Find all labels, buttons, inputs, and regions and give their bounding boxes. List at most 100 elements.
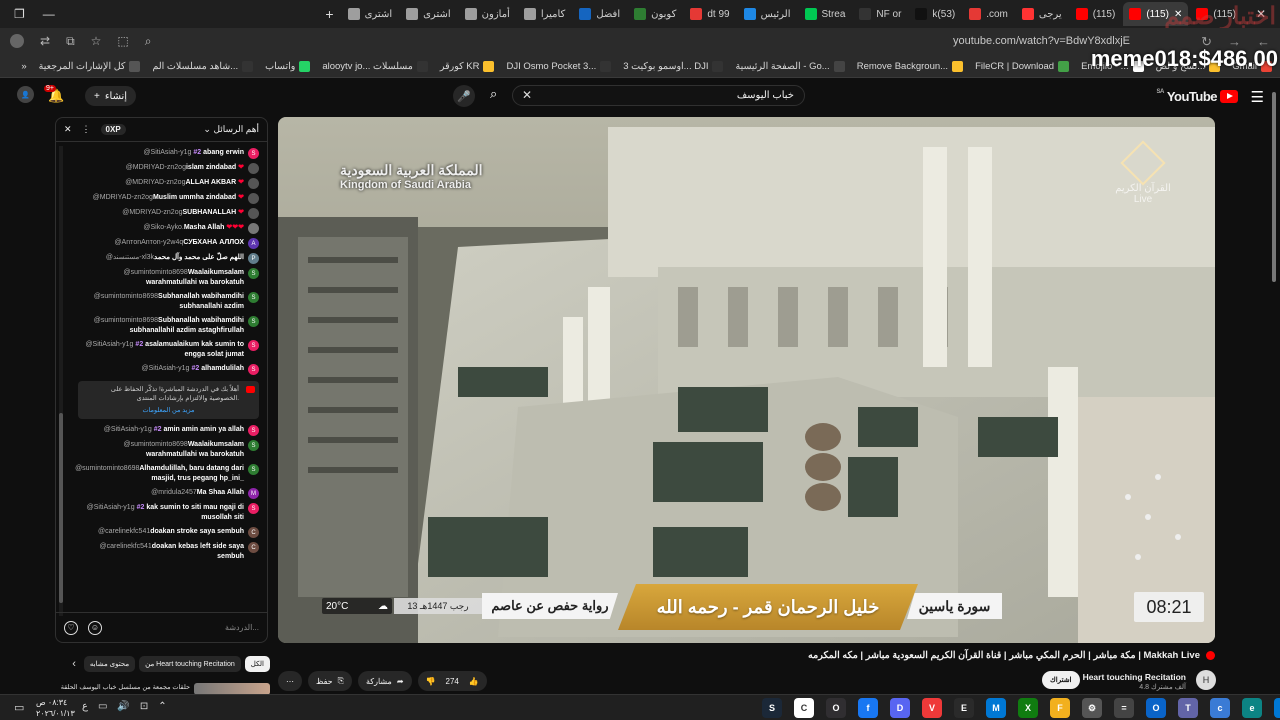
browser-tab[interactable]: كاميرا [518, 2, 571, 26]
copilot-icon[interactable]: c [1210, 698, 1230, 718]
battery-icon[interactable]: ▭ [98, 701, 107, 712]
chat-author-avatar[interactable] [248, 178, 259, 189]
emoji-icon[interactable]: ☺ [88, 620, 102, 635]
epic-icon[interactable]: E [954, 698, 974, 718]
new-tab-button[interactable]: + [317, 6, 341, 22]
edge-icon[interactable]: e [1242, 698, 1262, 718]
subscribe-button[interactable]: اشتراك [1042, 671, 1080, 689]
browser-tab[interactable]: اشترى [342, 2, 399, 26]
chat-message[interactable]: S @sumintominto8698Subhanallah wabihamdih… [56, 314, 267, 338]
browser-tab[interactable]: (115) [1070, 2, 1122, 26]
notification-center-icon[interactable]: ▭ [14, 701, 24, 714]
chat-author[interactable]: @carelinekfc541 [98, 528, 150, 535]
screenshot-icon[interactable]: ⬚ [117, 34, 128, 49]
browser-tab[interactable]: كوبون [628, 2, 682, 26]
chat-author-avatar[interactable]: P [248, 253, 259, 264]
chat-message[interactable]: C @carelinekfc541doakan stroke saya sembu… [56, 525, 267, 540]
settings-icon[interactable]: ⚙ [1082, 698, 1102, 718]
teams-icon[interactable]: T [1178, 698, 1198, 718]
chat-message[interactable]: S @sumintominto8698Alhamdulillah, baru da… [56, 462, 267, 486]
chat-message[interactable]: S @SitiAsiah-y1g #2 amin amin amin ya alla… [56, 423, 267, 438]
chat-author[interactable]: @sumintominto8698 [94, 317, 158, 324]
bookmark-item[interactable]: الصفحة الرئيسية - Go... [735, 61, 845, 72]
save-button[interactable]: حفظ ⎘ [308, 671, 352, 691]
app-blue-icon[interactable]: M [986, 698, 1006, 718]
discord-icon[interactable]: D [890, 698, 910, 718]
chat-author[interactable]: @carelinekfc541 [100, 543, 152, 550]
facebook-icon[interactable]: f [858, 698, 878, 718]
chat-author[interactable]: @AnтonAnтon-y2w4q [114, 239, 183, 246]
chat-author-avatar[interactable] [248, 223, 259, 234]
xp-badge[interactable]: 0XP [100, 124, 126, 135]
outlook-icon[interactable]: O [1146, 698, 1166, 718]
chat-author-avatar[interactable]: A [248, 238, 259, 249]
page-scrollbar-thumb[interactable] [1272, 92, 1276, 282]
chat-author[interactable]: @SitiAsiah-y1g [141, 365, 189, 372]
bookmark-item[interactable]: شاهد مسلسلات الم... [152, 61, 254, 72]
chip-from-channel[interactable]: من Heart touching Recitation [139, 656, 241, 672]
more-actions-button[interactable]: ⋯ [278, 671, 302, 691]
bookmark-item[interactable]: كورقر KR [440, 61, 495, 72]
obs-icon[interactable]: O [826, 698, 846, 718]
browser-tab[interactable]: .com [963, 2, 1014, 26]
chat-more-icon[interactable]: ⋮ [82, 124, 91, 135]
chat-author[interactable]: @SitiAsiah-y1g [104, 426, 152, 433]
youtube-logo[interactable]: SA YouTube [1156, 89, 1238, 104]
chat-author-avatar[interactable]: S [248, 464, 259, 475]
chat-author[interactable]: @MDRIYAD-zn2og [125, 179, 185, 186]
chat-author[interactable]: @SitiAsiah-y1g [85, 341, 133, 348]
browser-tab[interactable]: أمازون [459, 2, 516, 26]
bookmark-item[interactable]: DJI Osmo Pocket 3... [506, 61, 612, 72]
chip-all[interactable]: الكل [244, 656, 270, 672]
chat-author[interactable]: @sumintominto8698 [75, 465, 139, 472]
voice-search-button[interactable]: 🎤 [453, 85, 475, 107]
chat-message[interactable]: @Siko-Ayko.Masha Allah ❤❤❤ [56, 221, 267, 236]
chat-author-avatar[interactable]: S [248, 364, 259, 375]
hamburger-menu-icon[interactable]: ☰ [1251, 88, 1264, 106]
chat-author-avatar[interactable]: S [248, 340, 259, 351]
tray-expand-icon[interactable]: ⌃ [158, 701, 166, 712]
xbox-icon[interactable]: X [1018, 698, 1038, 718]
chat-author-avatar[interactable]: S [248, 148, 259, 159]
channel-name[interactable]: Heart touching Recitation [1083, 672, 1186, 682]
chat-author[interactable]: @MDRIYAD-zn2og [122, 209, 182, 216]
bookmark-item[interactable]: Remove Backgroun... [857, 61, 964, 72]
chat-author-avatar[interactable]: S [248, 268, 259, 279]
channel-avatar[interactable]: H [1196, 670, 1216, 690]
heart-outline-icon[interactable]: ♡ [64, 620, 78, 635]
restore-window-icon[interactable]: ❐ [14, 7, 25, 21]
bookmark-item[interactable]: كل الإشارات المرجعية [39, 61, 141, 72]
browser-tab[interactable]: اشترى [400, 2, 457, 26]
file-explorer-icon[interactable]: F [1050, 698, 1070, 718]
network-icon[interactable]: ⊡ [140, 701, 148, 712]
browser-tab[interactable]: افضل [573, 2, 626, 26]
chat-author-avatar[interactable]: C [248, 527, 259, 538]
minimize-window-icon[interactable]: — [43, 7, 55, 21]
chat-message[interactable]: S @sumintominto8698Waalaikumsalam warahma… [56, 438, 267, 462]
chat-message[interactable]: S @sumintominto8698Waalaikumsalam warahma… [56, 266, 267, 290]
language-indicator[interactable]: ع [82, 701, 88, 712]
chrome-icon[interactable]: C [794, 698, 814, 718]
clear-search-icon[interactable]: ✕ [522, 88, 532, 102]
chat-author[interactable]: @MDRIYAD-zn2og [93, 194, 153, 201]
like-count[interactable]: 274 [446, 677, 459, 686]
chat-author[interactable]: @مستنسند-xl3k [106, 254, 154, 261]
recommendation-item[interactable]: حلقات مجمعة من مسلسل خباب اليوسف الحلقة [55, 683, 270, 695]
learn-more-link[interactable]: مزيد من المعلومات [84, 406, 253, 415]
account-avatar[interactable]: 👤 [17, 86, 34, 103]
dislike-icon[interactable]: 👎 [426, 677, 436, 686]
bookmark-item[interactable]: alooytv jo... مسلسلات [322, 61, 428, 72]
chat-author[interactable]: @sumintominto8698 [124, 269, 188, 276]
browser-tab[interactable]: dt 99 [684, 2, 735, 26]
chip-related[interactable]: محتوى مشابه [83, 656, 136, 672]
share-button[interactable]: مشاركة ➦ [358, 671, 412, 691]
chat-author[interactable]: @MDRIYAD-zn2og [126, 164, 186, 171]
chat-author[interactable]: @Siko-Ayko. [143, 224, 183, 231]
browser-tab[interactable]: NF or [853, 2, 907, 26]
search-input[interactable] [523, 90, 794, 101]
browser-tab[interactable]: Strea [799, 2, 852, 26]
bookmarks-overflow-icon[interactable]: » [21, 61, 26, 72]
chat-message[interactable]: S @SitiAsiah-y1g #2 abang erwin [56, 146, 267, 161]
chat-author-avatar[interactable] [248, 163, 259, 174]
chat-author[interactable]: @mridula2457 [151, 489, 197, 496]
